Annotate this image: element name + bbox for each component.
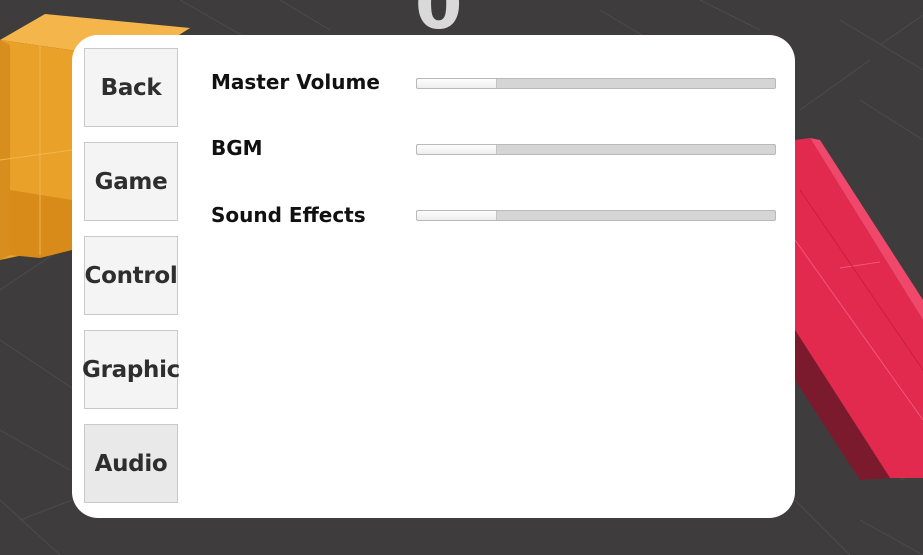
bgm-label: BGM xyxy=(211,136,263,160)
score-counter: 0 xyxy=(415,0,463,45)
bgm-slider-fill xyxy=(417,145,497,154)
master-volume-slider[interactable] xyxy=(416,78,776,89)
sound-effects-slider-fill xyxy=(417,211,497,220)
tab-game[interactable]: Game xyxy=(84,142,178,221)
settings-panel xyxy=(72,35,795,518)
back-button[interactable]: Back xyxy=(84,48,178,127)
tab-control[interactable]: Control xyxy=(84,236,178,315)
sound-effects-slider[interactable] xyxy=(416,210,776,221)
master-volume-slider-fill xyxy=(417,79,497,88)
master-volume-label: Master Volume xyxy=(211,70,380,94)
bgm-slider[interactable] xyxy=(416,144,776,155)
sound-effects-label: Sound Effects xyxy=(211,203,366,227)
tab-audio[interactable]: Audio xyxy=(84,424,178,503)
tab-graphic[interactable]: Graphic xyxy=(82,330,180,409)
red-block xyxy=(794,138,923,480)
